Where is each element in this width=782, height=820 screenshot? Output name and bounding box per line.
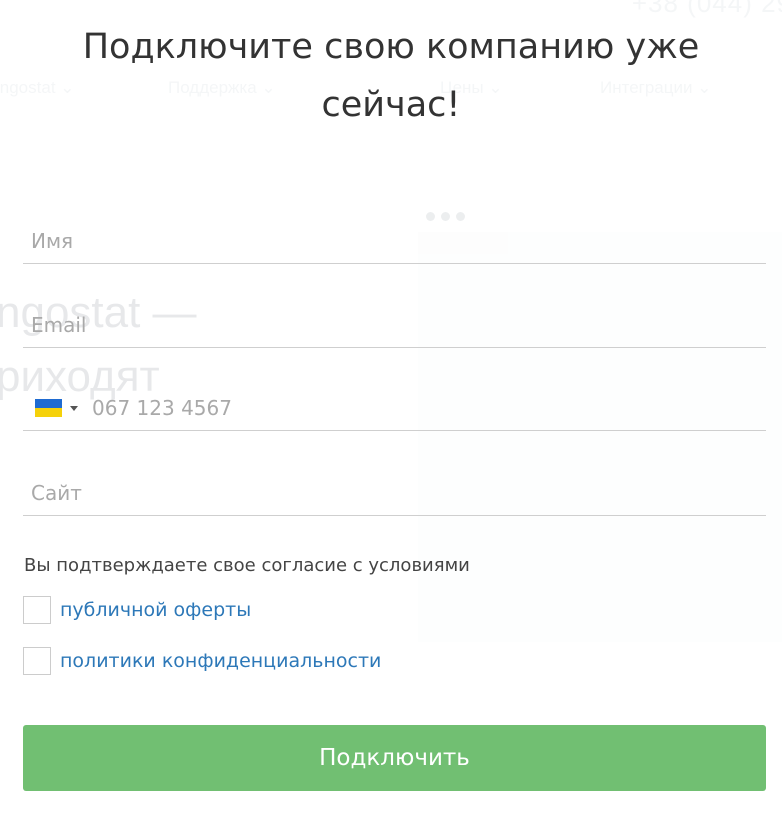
name-field: [23, 219, 766, 264]
modal-title-line1: Подключите свою компанию уже: [82, 27, 700, 67]
modal-title: Подключите свою компанию уже сейчас!: [40, 18, 742, 134]
email-field: [23, 303, 766, 348]
site-field: [23, 471, 766, 516]
privacy-link[interactable]: политики конфиденциальности: [60, 650, 381, 672]
phone-field: [23, 386, 766, 431]
email-input[interactable]: [23, 303, 766, 347]
offer-link[interactable]: публичной оферты: [60, 599, 251, 621]
site-input[interactable]: [23, 471, 766, 515]
country-code-dropdown[interactable]: [23, 386, 78, 430]
background-window-dots: [426, 208, 486, 221]
privacy-consent-row: политики конфиденциальности: [23, 647, 381, 675]
offer-checkbox[interactable]: [23, 596, 51, 624]
consent-text: Вы подтверждаете свое согласие с условия…: [24, 555, 470, 576]
offer-consent-row: публичной оферты: [23, 596, 251, 624]
caret-down-icon: [70, 405, 78, 411]
phone-input[interactable]: [78, 386, 766, 430]
ukraine-flag-icon: [35, 399, 62, 417]
connect-modal: +38 (044) 29 ingostat Поддержка Цены Инт…: [0, 0, 782, 820]
privacy-checkbox[interactable]: [23, 647, 51, 675]
modal-title-line2: сейчас!: [321, 85, 461, 125]
background-illustration: [418, 232, 782, 642]
background-phone: +38 (044) 29: [631, 0, 782, 18]
connect-button[interactable]: Подключить: [23, 725, 766, 791]
name-input[interactable]: [23, 219, 766, 263]
